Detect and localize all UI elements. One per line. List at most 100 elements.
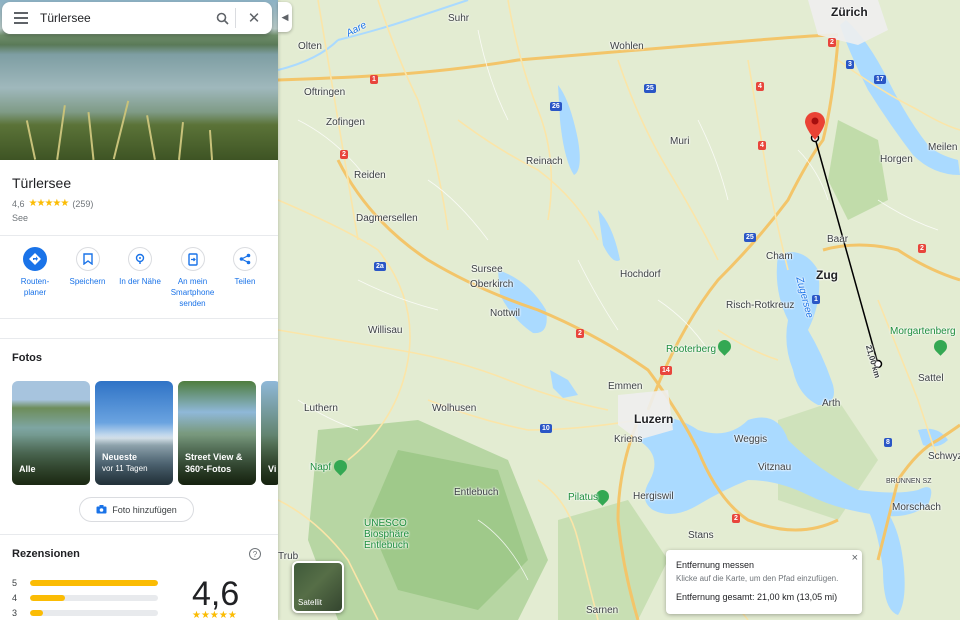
save-button[interactable]: Speichern xyxy=(63,247,113,309)
map-label-pilatus[interactable]: Pilatus xyxy=(568,492,598,503)
directions-label: Routen- planer xyxy=(20,277,50,297)
nearby-label: In der Nähe xyxy=(119,277,161,286)
review-count-link[interactable]: (259) xyxy=(72,199,93,209)
map-label-sursee[interactable]: Sursee xyxy=(471,264,503,275)
map-label-reiden[interactable]: Reiden xyxy=(354,170,386,181)
map-label-olten[interactable]: Olten xyxy=(298,41,322,52)
add-photo-button[interactable]: Foto hinzufügen xyxy=(79,497,194,522)
share-label: Teilen xyxy=(234,277,256,286)
road-shield: 1 xyxy=(370,75,378,84)
map-label-morgartenberg[interactable]: Morgartenberg xyxy=(890,326,956,337)
send-to-phone-button[interactable]: An mein Smartphone senden xyxy=(168,247,218,309)
map-label-wolhusen[interactable]: Wolhusen xyxy=(432,403,476,414)
road-shield: 1 xyxy=(812,295,820,304)
photos-section-title: Fotos xyxy=(12,352,42,364)
map-label-horgen[interactable]: Horgen xyxy=(880,154,913,165)
map-label-morschach[interactable]: Morschach xyxy=(892,502,941,513)
map-label-zofingen[interactable]: Zofingen xyxy=(326,117,365,128)
rating-bar-fill xyxy=(30,594,65,601)
map-label-vitznau[interactable]: Vitznau xyxy=(758,462,791,473)
rating-bar-track xyxy=(30,609,158,616)
measure-total: Entfernung gesamt: 21,00 km (13,05 mi) xyxy=(676,592,838,602)
photo-tile-label: Vi xyxy=(268,464,277,474)
nearby-button[interactable]: In der Nähe xyxy=(115,247,165,309)
map-label-dagmersellen[interactable]: Dagmersellen xyxy=(356,213,418,224)
map-label-stans[interactable]: Stans xyxy=(688,530,714,541)
search-box[interactable]: Türlersee ✕ xyxy=(2,2,272,34)
map-label-schwyz[interactable]: Schwyz xyxy=(928,451,960,462)
menu-icon[interactable] xyxy=(2,12,40,24)
search-input[interactable]: Türlersee xyxy=(40,11,209,25)
map-label-cham[interactable]: Cham xyxy=(766,251,793,262)
map-label-meilen[interactable]: Meilen xyxy=(928,142,957,153)
map-label-emmen[interactable]: Emmen xyxy=(608,381,642,392)
road-shield: 17 xyxy=(874,75,886,84)
map-label-rooterberg[interactable]: Rooterberg xyxy=(666,344,716,355)
place-category[interactable]: See xyxy=(12,213,272,223)
add-photo-label: Foto hinzufügen xyxy=(112,504,177,515)
photo-tile-streetview[interactable]: Street View & 360°-Fotos xyxy=(178,381,256,485)
map-label-suhr[interactable]: Suhr xyxy=(448,13,469,24)
map-label-napf[interactable]: Napf xyxy=(310,462,331,473)
road-shield: 25 xyxy=(644,84,656,93)
map-label-reinach[interactable]: Reinach xyxy=(526,156,563,167)
map-label-oftringen[interactable]: Oftringen xyxy=(304,87,345,98)
close-icon[interactable]: × xyxy=(852,552,858,564)
action-buttons: Routen- planer Speichern In der Nähe An … xyxy=(10,247,270,309)
satellite-layer-button[interactable]: Satellit xyxy=(292,561,344,613)
road-shield: 4 xyxy=(756,82,764,91)
help-icon[interactable]: ? xyxy=(249,548,261,560)
map-label-zug[interactable]: Zug xyxy=(816,268,838,282)
road-shield: 4 xyxy=(758,141,766,150)
share-icon xyxy=(233,247,257,271)
measure-distance-card: Entfernung messen Klicke auf die Karte, … xyxy=(666,550,862,614)
map-canvas[interactable]: Zürich Luzern Zug Suhr Olten Wohlen Oftr… xyxy=(278,0,960,620)
place-panel: Türlersee ✕ Türlersee 4,6 ★★★★★ (259) Se… xyxy=(0,0,278,620)
map-label-wohlen[interactable]: Wohlen xyxy=(610,41,644,52)
map-label-arth[interactable]: Arth xyxy=(822,398,840,409)
collapse-panel-button[interactable]: ◀ xyxy=(278,2,292,32)
save-label: Speichern xyxy=(69,277,106,286)
photo-tile-video[interactable]: Vi xyxy=(261,381,278,485)
share-button[interactable]: Teilen xyxy=(220,247,270,309)
map-label-luzern[interactable]: Luzern xyxy=(634,412,673,426)
place-rating: 4,6 ★★★★★ (259) xyxy=(12,198,272,209)
photo-tile-label: Neueste vor 11 Tagen xyxy=(102,451,148,475)
map-label-sattel[interactable]: Sattel xyxy=(918,373,944,384)
map-label-unesco[interactable]: UNESCO Biosphäre Entlebuch xyxy=(364,518,409,551)
photo-strip: Alle Neueste vor 11 Tagen Street View & … xyxy=(12,381,278,485)
map-label-hochdorf[interactable]: Hochdorf xyxy=(620,269,661,280)
bookmark-icon xyxy=(75,247,100,271)
rating-bar-star-label: 3 xyxy=(12,607,18,618)
rating-bar-fill xyxy=(30,579,158,586)
photo-tile-all[interactable]: Alle xyxy=(12,381,90,485)
map-label-nottwil[interactable]: Nottwil xyxy=(490,308,520,319)
directions-button[interactable]: Routen- planer xyxy=(10,247,60,309)
map-label-luthern[interactable]: Luthern xyxy=(304,403,338,414)
map-label-kriens[interactable]: Kriens xyxy=(614,434,642,445)
map-label-oberkirch[interactable]: Oberkirch xyxy=(470,279,513,290)
road-shield: 8 xyxy=(884,438,892,447)
road-shield: 10 xyxy=(540,424,552,433)
search-icon[interactable] xyxy=(209,12,235,25)
map-label-zurich[interactable]: Zürich xyxy=(831,5,868,19)
photo-tile-newest[interactable]: Neueste vor 11 Tagen xyxy=(95,381,173,485)
send-to-phone-icon xyxy=(180,247,205,271)
map-label-sarnen[interactable]: Sarnen xyxy=(586,605,618,616)
place-header: Türlersee 4,6 ★★★★★ (259) See xyxy=(12,175,272,223)
map-label-baar[interactable]: Baar xyxy=(827,234,848,245)
map-label-willisau[interactable]: Willisau xyxy=(368,325,402,336)
photo-tile-label: Alle xyxy=(19,464,36,474)
map-label-risch[interactable]: Risch-Rotkreuz xyxy=(726,300,794,311)
clear-search-icon[interactable]: ✕ xyxy=(236,9,272,27)
road-shield: 2 xyxy=(828,38,836,47)
photo-tile-sub: vor 11 Tagen xyxy=(102,464,148,473)
map-label-hergiswil[interactable]: Hergiswil xyxy=(633,491,674,502)
road-shield: 2 xyxy=(340,150,348,159)
road-shield: 14 xyxy=(660,366,672,375)
map-label-entlebuch[interactable]: Entlebuch xyxy=(454,487,498,498)
map-label-brunnen[interactable]: BRUNNEN SZ xyxy=(886,478,932,485)
nearby-icon xyxy=(128,247,152,271)
map-label-muri[interactable]: Muri xyxy=(670,136,689,147)
map-label-weggis[interactable]: Weggis xyxy=(734,434,767,445)
